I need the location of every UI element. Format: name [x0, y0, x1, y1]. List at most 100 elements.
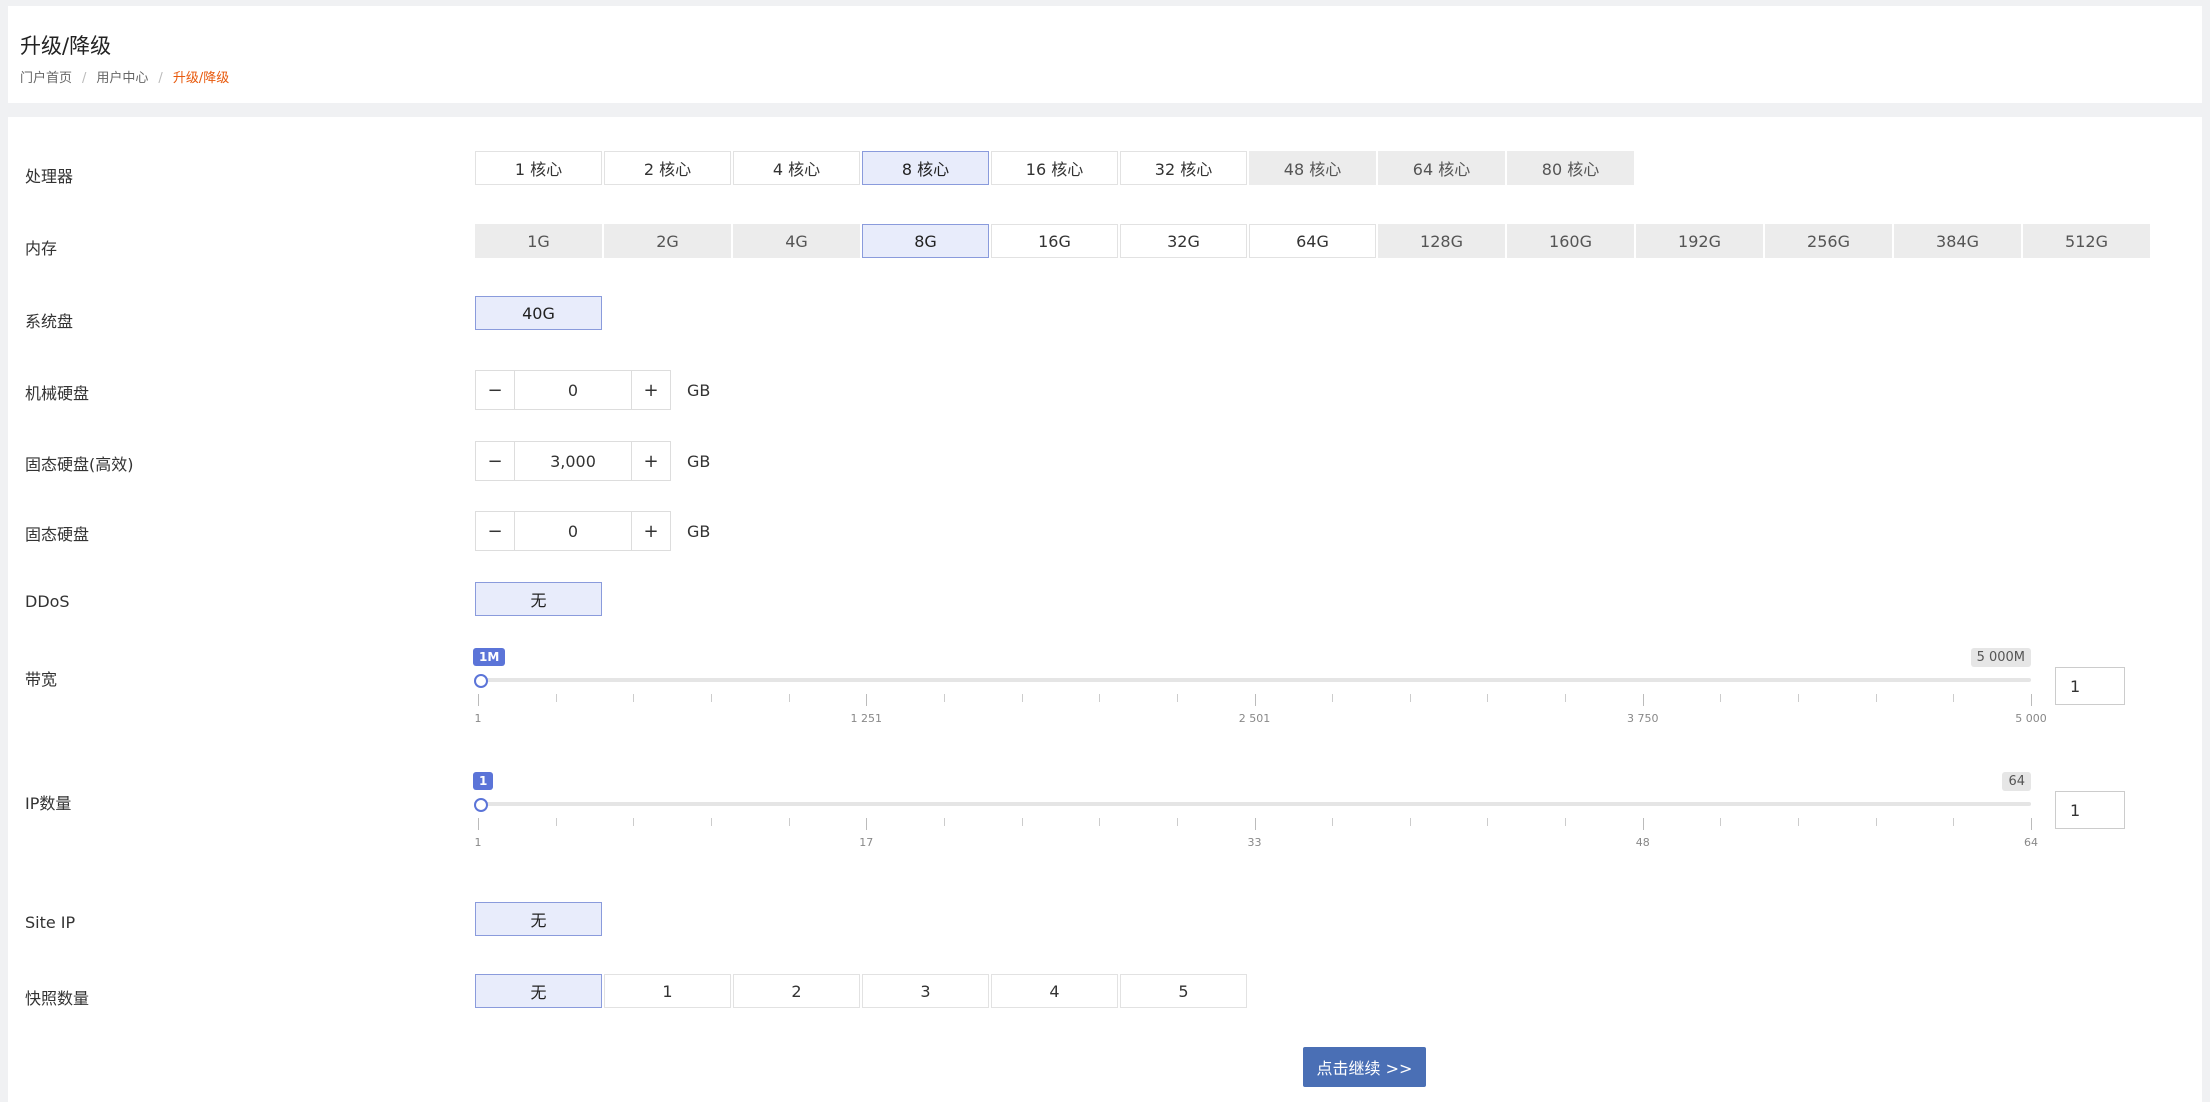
slider-tick-label: 3 750	[1627, 712, 1659, 725]
cpu-option[interactable]: 32 核心	[1120, 151, 1247, 185]
cpu-option[interactable]: 8 核心	[862, 151, 989, 185]
cpu-option[interactable]: 16 核心	[991, 151, 1118, 185]
memory-options: 1G 2G 4G 8G 16G 32G 64G 128G 160G 192G 256G 384G 512…	[475, 224, 2150, 258]
ssd-fast-unit: GB	[687, 451, 711, 471]
ip-count-max-badge: 64	[2002, 772, 2031, 791]
breadcrumb: 门户首页 / 用户中心 / 升级/降级	[20, 67, 229, 86]
ssd-fast-input[interactable]: 3,000	[515, 441, 631, 481]
slider-tick-label: 48	[1635, 836, 1650, 849]
memory-option: 192G	[1636, 224, 1763, 258]
memory-option[interactable]: 8G	[862, 224, 989, 258]
slider-tick	[788, 818, 790, 826]
page-title: 升级/降级	[20, 34, 112, 58]
bandwidth-handle[interactable]	[474, 674, 488, 688]
hdd-decrement-button[interactable]: −	[475, 370, 515, 410]
memory-option[interactable]: 64G	[1249, 224, 1376, 258]
ip-count-track[interactable]	[478, 802, 2031, 806]
memory-option[interactable]: 32G	[1120, 224, 1247, 258]
slider-tick	[1332, 694, 1334, 702]
snapshots-option[interactable]: 1	[604, 974, 731, 1008]
snapshots-option[interactable]: 无	[475, 974, 602, 1008]
ip-count-label: IP数量	[25, 794, 72, 813]
slider-tick-label: 5 000	[2015, 712, 2047, 725]
bandwidth-slider[interactable]: 1M 5 000M 1 1 251 2 501 3 750 5 000	[473, 648, 2047, 728]
snapshots-label: 快照数量	[25, 989, 90, 1008]
slider-tick-label: 1	[474, 836, 482, 849]
slider-tick	[1642, 818, 1644, 830]
hdd-increment-button[interactable]: +	[631, 370, 671, 410]
slider-tick-label: 17	[859, 836, 874, 849]
ip-count-slider[interactable]: 1 64 1 17 33 48 64	[473, 772, 2038, 852]
memory-label: 内存	[25, 239, 58, 258]
bandwidth-track[interactable]	[478, 678, 2031, 682]
breadcrumb-separator: /	[158, 71, 163, 86]
slider-tick	[1099, 818, 1101, 826]
slider-tick	[710, 818, 712, 826]
ssd-input[interactable]: 0	[515, 511, 631, 551]
slider-tick	[866, 694, 868, 706]
cpu-option[interactable]: 2 核心	[604, 151, 731, 185]
snapshots-option[interactable]: 2	[733, 974, 860, 1008]
cpu-option[interactable]: 1 核心	[475, 151, 602, 185]
cpu-option: 80 核心	[1507, 151, 1634, 185]
slider-tick	[555, 818, 557, 826]
system-disk-options: 40G	[475, 296, 602, 330]
slider-tick	[633, 694, 635, 702]
slider-tick	[1953, 818, 1955, 826]
slider-tick	[1565, 818, 1567, 826]
breadcrumb-separator: /	[82, 71, 87, 86]
bandwidth-input[interactable]: 1	[2055, 667, 2125, 705]
memory-option: 384G	[1894, 224, 2021, 258]
ddos-option[interactable]: 无	[475, 582, 602, 616]
system-disk-label: 系统盘	[25, 312, 74, 331]
slider-tick	[1332, 818, 1334, 826]
snapshots-option[interactable]: 4	[991, 974, 1118, 1008]
ddos-label: DDoS	[25, 592, 70, 611]
slider-tick	[1099, 694, 1101, 702]
slider-tick	[943, 694, 945, 702]
breadcrumb-user-center[interactable]: 用户中心	[96, 67, 148, 86]
cpu-options: 1 核心 2 核心 4 核心 8 核心 16 核心 32 核心 48 核心 64 核心 80 核…	[475, 151, 1634, 185]
snapshots-options: 无12345	[475, 974, 1247, 1008]
snapshots-option[interactable]: 3	[862, 974, 989, 1008]
slider-tick	[1254, 818, 1256, 830]
ip-count-input[interactable]: 1	[2055, 791, 2125, 829]
ip-count-ticks	[478, 818, 2032, 830]
hdd-input[interactable]: 0	[515, 370, 631, 410]
system-disk-option[interactable]: 40G	[475, 296, 602, 330]
ssd-increment-button[interactable]: +	[631, 511, 671, 551]
slider-tick	[478, 694, 479, 706]
slider-tick	[710, 694, 712, 702]
ip-count-min-badge: 1	[473, 772, 494, 790]
memory-option: 2G	[604, 224, 731, 258]
memory-option: 4G	[733, 224, 860, 258]
ssd-decrement-button[interactable]: −	[475, 511, 515, 551]
cpu-label: 处理器	[25, 167, 74, 186]
slider-tick	[1487, 818, 1489, 826]
ssd-fast-increment-button[interactable]: +	[631, 441, 671, 481]
ssd-fast-decrement-button[interactable]: −	[475, 441, 515, 481]
slider-tick-label: 1 251	[850, 712, 883, 725]
slider-tick	[1798, 694, 1800, 702]
ip-count-handle[interactable]	[474, 798, 488, 812]
slider-tick	[866, 818, 868, 830]
hdd-unit: GB	[687, 380, 711, 400]
slider-tick	[1798, 818, 1800, 826]
memory-option: 512G	[2023, 224, 2150, 258]
slider-tick	[1875, 818, 1877, 826]
slider-tick	[1565, 694, 1567, 702]
memory-option[interactable]: 16G	[991, 224, 1118, 258]
cpu-option: 64 核心	[1378, 151, 1505, 185]
slider-tick	[1875, 694, 1877, 702]
breadcrumb-home[interactable]: 门户首页	[20, 67, 72, 86]
slider-tick	[1176, 694, 1178, 702]
cpu-option[interactable]: 4 核心	[733, 151, 860, 185]
slider-tick	[1720, 694, 1722, 702]
site-ip-option[interactable]: 无	[475, 902, 602, 936]
slider-tick	[1953, 694, 1955, 702]
continue-button[interactable]: 点击继续 >>	[1303, 1047, 1426, 1087]
page-header: 升级/降级 门户首页 / 用户中心 / 升级/降级	[8, 6, 2202, 103]
snapshots-option[interactable]: 5	[1120, 974, 1247, 1008]
ssd-fast-stepper: − 3,000 + GB	[475, 441, 710, 481]
memory-option: 128G	[1378, 224, 1505, 258]
